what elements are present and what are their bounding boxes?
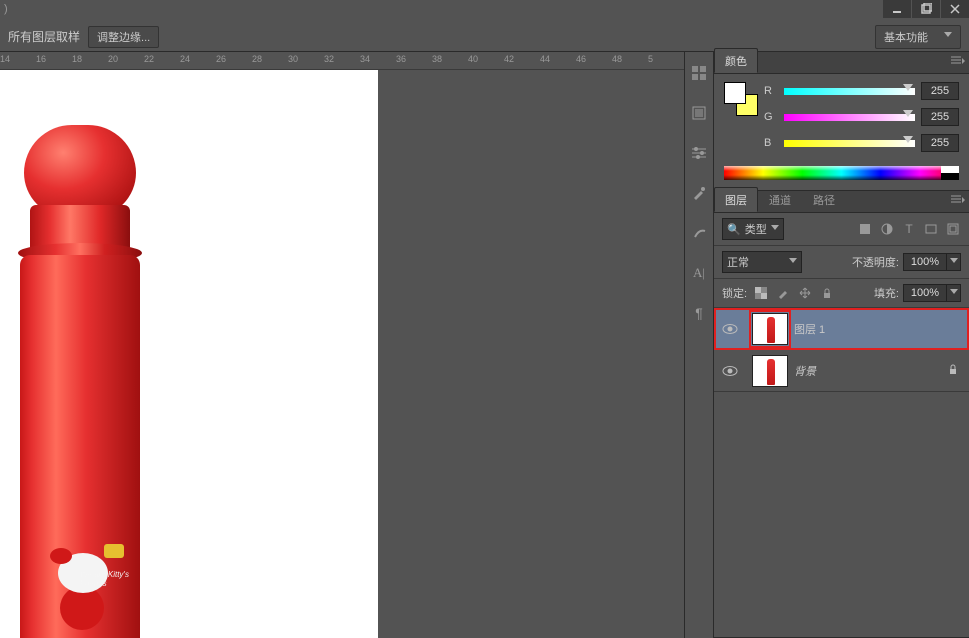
filter-shape-icon[interactable] (923, 221, 939, 237)
lock-pixels-icon[interactable] (775, 285, 791, 301)
tab-图层[interactable]: 图层 (714, 187, 758, 212)
ruler-tick: 48 (612, 54, 622, 64)
ruler-tick: 5 (648, 54, 653, 64)
layer-name: 图层 1 (794, 321, 825, 337)
layers-panel: 图层通道路径 🔍类型 T 正常 不透明度: 1 (714, 191, 969, 638)
character-icon[interactable]: A| (688, 262, 710, 284)
fill-label: 填充: (874, 285, 899, 301)
channel-label: B (764, 137, 778, 149)
ruler-tick: 30 (288, 54, 298, 64)
ruler-tick: 40 (468, 54, 478, 64)
layer-thumbnail[interactable] (752, 313, 788, 345)
panel-menu-icon[interactable] (951, 195, 965, 208)
maximize-button[interactable] (912, 0, 940, 18)
canvas-area: 1416182022242628303234363840424446485 W (0, 52, 684, 638)
sample-all-layers-label: 所有图层取样 (8, 28, 80, 45)
ruler-tick: 22 (144, 54, 154, 64)
lock-all-icon[interactable] (819, 285, 835, 301)
layer-filter-kind[interactable]: 🔍类型 (722, 218, 784, 240)
canvas-decoration-text: We are Kitty's Friends (80, 570, 140, 588)
ruler-tick: 20 (108, 54, 118, 64)
brush-preset-icon[interactable] (688, 222, 710, 244)
chevron-down-icon (771, 225, 779, 234)
color-tab[interactable]: 颜色 (714, 48, 758, 73)
filter-smart-icon[interactable] (945, 221, 961, 237)
lock-label: 锁定: (722, 285, 747, 301)
lock-icon (947, 363, 959, 378)
workspace-selector[interactable]: 基本功能 (875, 25, 961, 49)
blend-mode-select[interactable]: 正常 (722, 251, 802, 273)
ruler-tick: 38 (432, 54, 442, 64)
foreground-background-swatch[interactable] (724, 82, 758, 116)
filter-type-icon[interactable]: T (901, 221, 917, 237)
tab-通道[interactable]: 通道 (758, 187, 802, 212)
layer-list: 图层 1 背景 (714, 308, 969, 392)
adjustments-icon[interactable] (688, 142, 710, 164)
fill-input[interactable]: 100% (903, 284, 947, 302)
opacity-label: 不透明度: (852, 254, 899, 270)
brush-icon[interactable] (688, 182, 710, 204)
document-canvas[interactable]: We are Kitty's Friends (0, 70, 378, 638)
ruler-tick: 16 (36, 54, 46, 64)
visibility-toggle[interactable] (714, 365, 746, 377)
minimize-button[interactable] (883, 0, 911, 18)
close-button[interactable] (941, 0, 969, 18)
panels-column: 颜色 R255G255B255 图层通道路径 (714, 52, 969, 638)
ruler-tick: 32 (324, 54, 334, 64)
panel-menu-icon[interactable] (951, 56, 965, 69)
opacity-arrow[interactable] (947, 253, 961, 271)
foreground-color-swatch[interactable] (724, 82, 746, 104)
channel-slider-b[interactable] (784, 137, 915, 149)
window-controls (882, 0, 969, 18)
lock-transparent-icon[interactable] (753, 285, 769, 301)
layer-row[interactable]: 背景 (714, 350, 969, 392)
channel-value-r[interactable]: 255 (921, 82, 959, 100)
options-bar: 所有图层取样 调整边缘... 基本功能 (0, 22, 969, 52)
chevron-down-icon (944, 32, 952, 41)
styles-icon[interactable] (688, 102, 710, 124)
channel-value-b[interactable]: 255 (921, 134, 959, 152)
swatches-icon[interactable] (688, 62, 710, 84)
color-spectrum[interactable] (724, 166, 959, 180)
workspace-label: 基本功能 (884, 29, 928, 45)
lock-position-icon[interactable] (797, 285, 813, 301)
refine-edge-button[interactable]: 调整边缘... (88, 26, 159, 48)
ruler-tick: 14 (0, 54, 10, 64)
channel-label: G (764, 111, 778, 123)
opacity-input[interactable]: 100% (903, 253, 947, 271)
channel-label: R (764, 85, 778, 97)
channel-slider-g[interactable] (784, 111, 915, 123)
paragraph-icon[interactable]: ¶ (688, 302, 710, 324)
ruler-tick: 24 (180, 54, 190, 64)
canvas-image: We are Kitty's Friends (0, 125, 160, 638)
chevron-down-icon (789, 258, 797, 267)
layer-row[interactable]: 图层 1 (714, 308, 969, 350)
ruler-tick: 26 (216, 54, 226, 64)
tab-路径[interactable]: 路径 (802, 187, 846, 212)
ruler-tick: 36 (396, 54, 406, 64)
ruler-tick: 34 (360, 54, 370, 64)
layer-name: 背景 (794, 363, 816, 379)
color-panel: 颜色 R255G255B255 (714, 52, 969, 191)
ruler-tick: 28 (252, 54, 262, 64)
filter-pixel-icon[interactable] (857, 221, 873, 237)
ruler-tick: 44 (540, 54, 550, 64)
ruler-tick: 46 (576, 54, 586, 64)
ruler-tick: 42 (504, 54, 514, 64)
layer-thumbnail[interactable] (752, 355, 788, 387)
titlebar: ) (0, 0, 969, 22)
search-icon: 🔍 (727, 223, 741, 236)
horizontal-ruler[interactable]: 14 16 18 20 22 24 26 28 30 32 34 36 38 40 42 44 46 48 5 (0, 52, 684, 70)
ruler-tick: 18 (72, 54, 82, 64)
titlebar-hint: ) (0, 0, 8, 15)
channel-slider-r[interactable] (784, 85, 915, 97)
visibility-toggle[interactable] (714, 323, 746, 335)
channel-value-g[interactable]: 255 (921, 108, 959, 126)
collapsed-panel-strip: A| ¶ (684, 52, 714, 638)
filter-adjust-icon[interactable] (879, 221, 895, 237)
fill-arrow[interactable] (947, 284, 961, 302)
